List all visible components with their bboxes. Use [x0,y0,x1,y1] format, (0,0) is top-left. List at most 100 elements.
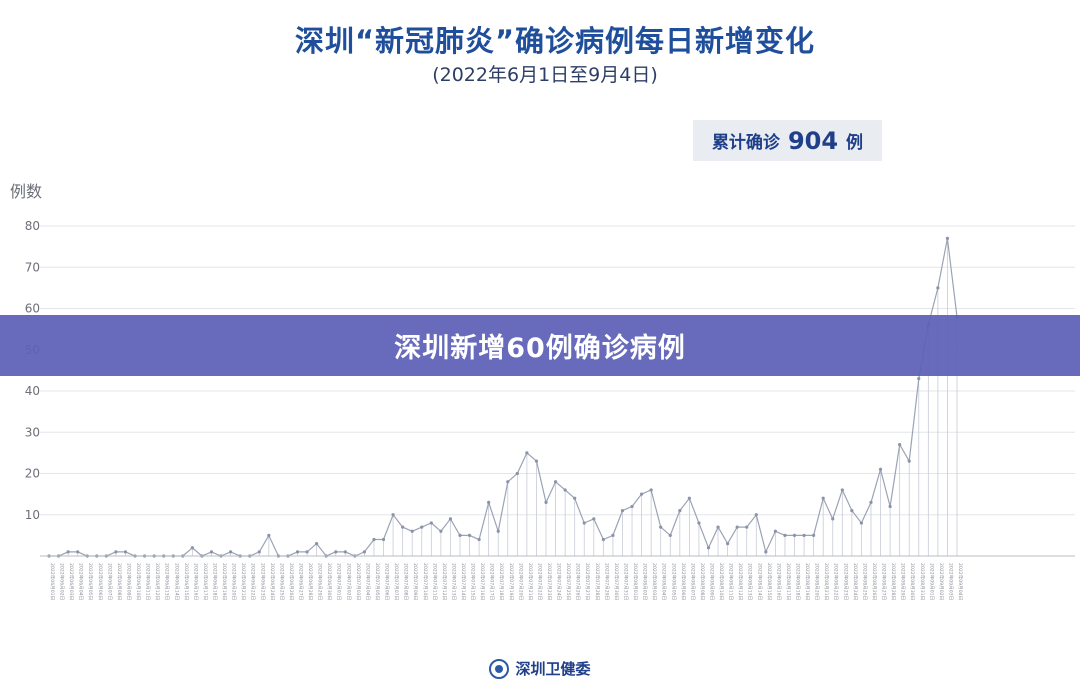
x-tick-label: 2022年06月08日 [116,563,123,600]
x-tick-label: 2022年08月13日 [747,563,754,600]
x-tick-label: 2022年08月26日 [871,563,878,600]
x-tick-label: 2022年06月19日 [221,563,228,600]
x-tick-label: 2022年06月20日 [231,563,238,600]
data-point [754,513,758,517]
data-point [381,537,386,542]
x-tick-label: 2022年06月26日 [288,563,295,600]
x-tick-label: 2022年08月23日 [842,563,849,600]
data-point [534,459,539,463]
y-tick-label: 30 [25,425,40,439]
x-tick-label: 2022年07月18日 [498,563,505,600]
x-tick-label: 2022年06月25日 [278,563,285,600]
x-tick-label: 2022年06月28日 [307,563,314,600]
data-point [496,529,500,533]
x-tick-label: 2022年07月22日 [536,563,543,600]
x-tick-label: 2022年07月20日 [517,563,524,600]
data-point [821,496,825,500]
x-tick-label: 2022年06月17日 [202,563,209,600]
data-point [601,537,605,542]
data-point [295,550,300,554]
data-point [544,500,548,504]
x-tick-label: 2022年08月08日 [699,563,706,600]
footer-source: 深圳卫健委 [0,658,1080,679]
y-tick-label: 60 [25,302,40,316]
x-tick-label: 2022年06月03日 [68,563,75,600]
x-tick-label: 2022年08月04日 [661,563,668,600]
x-tick-label: 2022年06月24日 [269,563,276,600]
headline-banner: 深圳新增60例确诊病例 [0,315,1080,376]
x-tick-label: 2022年08月15日 [766,563,773,600]
x-tick-label: 2022年08月27日 [881,563,888,600]
x-tick-label: 2022年06月30日 [326,563,333,600]
x-tick-label: 2022年08月17日 [785,563,792,600]
x-tick-label: 2022年07月15日 [470,563,477,600]
data-point [611,533,615,537]
x-tick-label: 2022年08月10日 [718,563,725,600]
x-tick-label: 2022年07月28日 [594,563,601,600]
x-tick-label: 2022年08月11日 [728,563,735,600]
x-tick-label: 2022年06月04日 [78,563,85,600]
data-point [888,504,892,509]
x-tick-label: 2022年08月31日 [919,563,926,600]
data-point [859,521,864,525]
data-point [229,550,233,554]
x-tick-label: 2022年06月23日 [259,563,266,600]
data-point [783,533,787,537]
x-tick-label: 2022年08月19日 [804,563,811,600]
data-point [401,525,405,529]
data-point [716,525,720,529]
x-tick-label: 2022年07月19日 [508,563,515,600]
x-tick-label: 2022年09月01日 [928,563,935,600]
x-tick-label: 2022年07月27日 [584,563,591,600]
data-point [745,525,749,529]
x-tick-label: 2022年07月08日 [403,563,410,600]
x-tick-label: 2022年06月18日 [211,563,218,600]
x-tick-label: 2022年07月13日 [450,563,457,600]
data-point [76,550,80,554]
x-tick-label: 2022年07月06日 [384,563,391,600]
data-point [362,550,367,554]
data-point [792,533,797,537]
data-point [114,550,118,554]
x-tick-label: 2022年08月29日 [900,563,907,600]
data-point [257,550,261,554]
x-tick-label: 2022年08月06日 [680,563,687,600]
x-tick-label: 2022年07月23日 [546,563,553,600]
data-point [697,521,701,525]
y-tick-label: 10 [25,508,40,522]
data-point [487,500,491,504]
data-point [410,529,414,533]
x-tick-label: 2022年07月17日 [489,563,496,600]
x-tick-label: 2022年08月28日 [890,563,897,600]
y-tick-label: 20 [25,467,40,481]
data-point [592,517,596,521]
data-point [477,537,481,542]
data-point [831,517,835,521]
x-tick-label: 2022年08月22日 [833,563,840,600]
x-tick-label: 2022年06月13日 [164,563,171,600]
data-point [649,488,653,492]
data-point [630,504,634,509]
x-tick-label: 2022年06月01日 [49,563,56,600]
y-tick-label: 40 [25,384,40,398]
data-point [802,533,806,537]
data-point [563,488,567,492]
data-point [659,525,663,529]
data-point [812,533,816,537]
x-tick-label: 2022年08月30日 [909,563,916,600]
x-tick-label: 2022年07月07日 [393,563,400,600]
health-commission-logo-icon [489,658,510,679]
data-point [209,550,214,554]
x-tick-label: 2022年07月14日 [460,563,467,600]
data-point [869,500,873,504]
x-tick-label: 2022年07月03日 [355,563,362,600]
x-tick-label: 2022年08月16日 [775,563,782,600]
data-point [190,546,194,550]
x-tick-label: 2022年06月09日 [125,563,132,600]
data-point [458,533,462,537]
x-tick-label: 2022年08月03日 [651,563,658,600]
x-tick-label: 2022年07月01日 [336,563,343,600]
x-tick-label: 2022年09月02日 [938,563,945,600]
data-point [945,236,950,240]
data-point [66,550,70,554]
